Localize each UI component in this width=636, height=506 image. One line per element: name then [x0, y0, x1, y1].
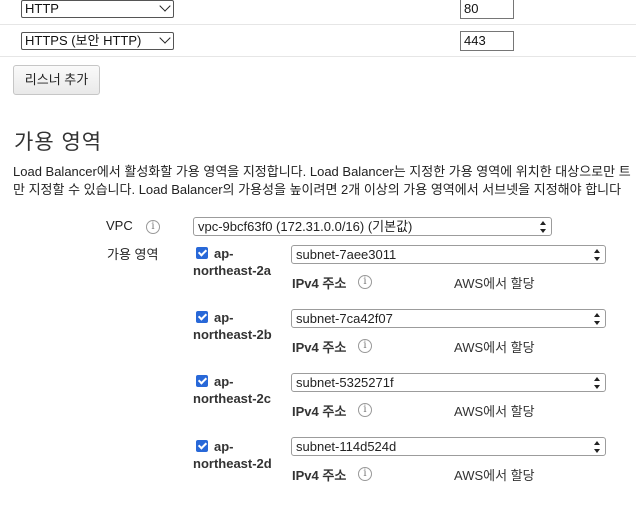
info-icon[interactable]: i — [146, 220, 160, 234]
chevron-down-icon — [159, 1, 171, 12]
listener-port-input[interactable]: 80 — [460, 0, 514, 19]
listener-port-value: 80 — [464, 1, 479, 16]
listener-protocol-select[interactable]: HTTPS (보안 HTTP) — [21, 32, 174, 50]
az-name-line1: ap- — [214, 246, 234, 261]
ipv4-label: IPv4 주소 — [292, 404, 347, 419]
listener-port-input[interactable]: 443 — [460, 31, 514, 51]
ipv4-label: IPv4 주소 — [292, 468, 347, 483]
info-icon[interactable]: i — [358, 403, 372, 417]
az-label: 가용 영역 — [107, 247, 159, 262]
listener-protocol-value: HTTP — [25, 1, 59, 16]
info-icon[interactable]: i — [358, 275, 372, 289]
info-icon[interactable]: i — [358, 467, 372, 481]
az-checkbox[interactable] — [196, 247, 208, 259]
listener-protocol-select[interactable]: HTTP — [21, 0, 174, 18]
ipv4-value: AWS에서 할당 — [454, 340, 535, 355]
section-description-line2: 만 지정할 수 있습니다. Load Balancer의 가용성을 높이려면 2… — [13, 182, 622, 197]
subnet-select-value: subnet-7ca42f07 — [296, 311, 393, 326]
az-name-line2: northeast-2a — [193, 263, 272, 278]
listener-protocol-value: HTTPS (보안 HTTP) — [25, 33, 142, 48]
ipv4-label: IPv4 주소 — [292, 276, 347, 291]
subnet-select-value: subnet-5325271f — [296, 375, 394, 390]
ipv4-label: IPv4 주소 — [292, 340, 347, 355]
az-name-line1: ap- — [214, 310, 234, 325]
select-arrows-icon — [593, 249, 601, 261]
subnet-select[interactable]: subnet-7aee3011 — [291, 245, 606, 264]
listener-port-value: 443 — [464, 33, 486, 48]
listener-row: HTTP 80 — [0, 0, 636, 25]
az-name-line1: ap- — [214, 374, 234, 389]
az-name-line2: northeast-2d — [193, 456, 272, 471]
az-checkbox[interactable] — [196, 375, 208, 387]
ipv4-value: AWS에서 할당 — [454, 404, 535, 419]
vpc-select-value: vpc-9bcf63f0 (172.31.0.0/16) (기본값) — [198, 219, 413, 234]
select-arrows-icon — [593, 377, 601, 389]
vpc-label: VPC — [106, 218, 133, 233]
az-checkbox[interactable] — [196, 440, 208, 452]
az-name-line2: northeast-2c — [193, 391, 272, 406]
subnet-select-value: subnet-7aee3011 — [296, 247, 397, 262]
section-title: 가용 영역 — [14, 131, 103, 154]
az-checkbox[interactable] — [196, 311, 208, 323]
subnet-select[interactable]: subnet-114d524d — [291, 437, 606, 456]
az-name-line2: northeast-2b — [193, 327, 272, 342]
add-listener-button[interactable]: 리스너 추가 — [13, 65, 100, 95]
subnet-select[interactable]: subnet-7ca42f07 — [291, 309, 606, 328]
listener-row: HTTPS (보안 HTTP) 443 — [0, 24, 636, 57]
chevron-down-icon — [159, 33, 171, 44]
ipv4-value: AWS에서 할당 — [454, 468, 535, 483]
az-name-line1: ap- — [214, 439, 234, 454]
ipv4-value: AWS에서 할당 — [454, 276, 535, 291]
info-icon[interactable]: i — [358, 339, 372, 353]
subnet-select-value: subnet-114d524d — [296, 439, 397, 454]
select-arrows-icon — [593, 313, 601, 325]
load-balancer-config-page: HTTP 80 HTTPS (보안 HTTP) 443 리스너 추가 가용 영역… — [0, 0, 636, 506]
section-description-line1: Load Balancer에서 활성화할 가용 영역을 지정합니다. Load … — [13, 164, 631, 179]
select-arrows-icon — [593, 441, 601, 453]
subnet-select[interactable]: subnet-5325271f — [291, 373, 606, 392]
vpc-select[interactable]: vpc-9bcf63f0 (172.31.0.0/16) (기본값) — [193, 217, 552, 236]
select-arrows-icon — [539, 221, 547, 233]
